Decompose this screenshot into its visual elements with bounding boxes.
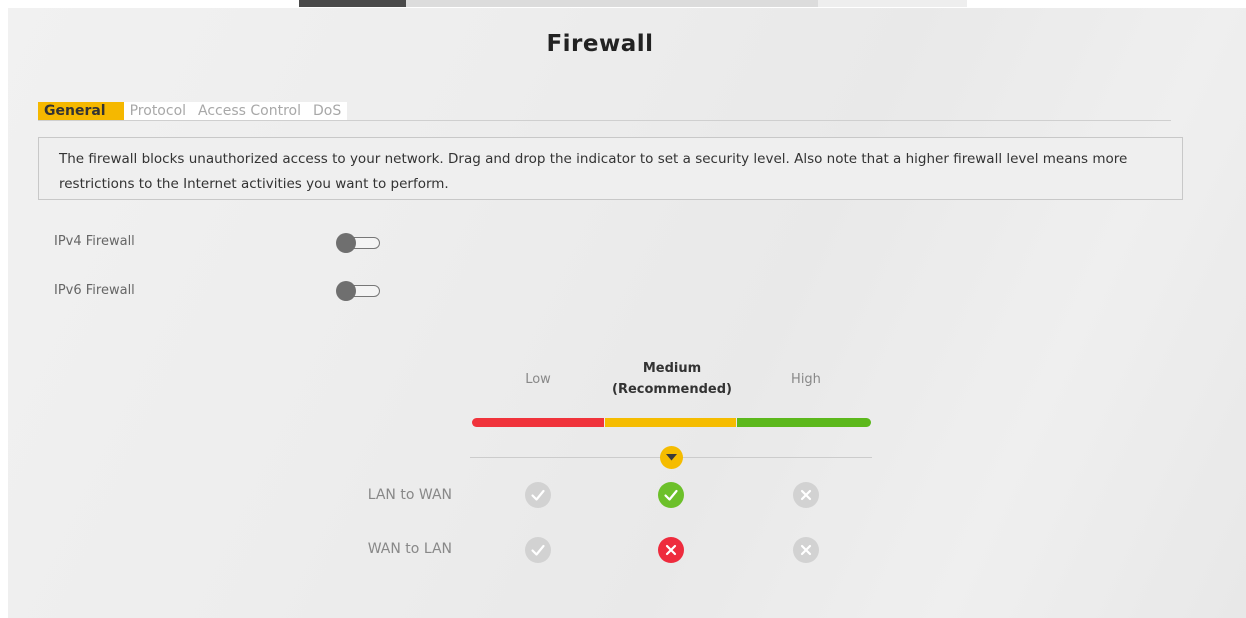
nav-segment[interactable] <box>406 0 818 7</box>
nav-segment[interactable] <box>818 0 967 7</box>
tab-bar: General Protocol Access Control DoS <box>38 102 348 120</box>
wan-to-lan-low-status <box>525 537 551 563</box>
lan-to-wan-high-status <box>793 482 819 508</box>
toggle-knob <box>336 281 356 301</box>
tab-general[interactable]: General <box>38 102 124 120</box>
ipv4-firewall-toggle[interactable] <box>336 233 382 253</box>
check-circle-icon <box>531 544 545 556</box>
level-high-label: High <box>791 372 821 387</box>
tab-access-control[interactable]: Access Control <box>192 102 308 120</box>
lan-to-wan-low-status <box>525 482 551 508</box>
ipv6-firewall-toggle[interactable] <box>336 281 382 301</box>
wan-to-lan-label: WAN to LAN <box>367 541 452 557</box>
level-medium-label: Medium (Recommended) <box>600 358 744 400</box>
level-medium-name: Medium <box>642 361 702 376</box>
wan-to-lan-high-status <box>793 537 819 563</box>
x-circle-icon <box>800 544 812 556</box>
ipv4-firewall-label: IPv4 Firewall <box>54 234 135 249</box>
level-bar-medium[interactable] <box>605 418 736 427</box>
check-circle-icon <box>664 489 678 501</box>
wan-to-lan-medium-status <box>658 537 684 563</box>
top-navigation-bar <box>0 0 1246 8</box>
description-box: The firewall blocks unauthorized access … <box>38 137 1183 200</box>
lan-to-wan-medium-status <box>658 482 684 508</box>
x-circle-icon <box>665 544 677 556</box>
page-title: Firewall <box>546 31 654 57</box>
check-circle-icon <box>531 489 545 501</box>
firewall-panel <box>8 8 1246 618</box>
level-medium-note: (Recommended) <box>612 382 732 397</box>
tab-divider <box>38 120 1171 121</box>
nav-segment-active[interactable] <box>299 0 406 7</box>
x-circle-icon <box>800 489 812 501</box>
tab-dos[interactable]: DoS <box>307 102 348 120</box>
level-bar-low[interactable] <box>472 418 604 427</box>
toggle-knob <box>336 233 356 253</box>
caret-down-icon <box>666 454 677 461</box>
ipv6-firewall-label: IPv6 Firewall <box>54 283 135 298</box>
level-low-label: Low <box>525 372 551 387</box>
security-level-indicator[interactable] <box>660 446 683 469</box>
tab-protocol[interactable]: Protocol <box>123 102 193 120</box>
level-bar-high[interactable] <box>737 418 871 427</box>
lan-to-wan-label: LAN to WAN <box>367 487 452 503</box>
